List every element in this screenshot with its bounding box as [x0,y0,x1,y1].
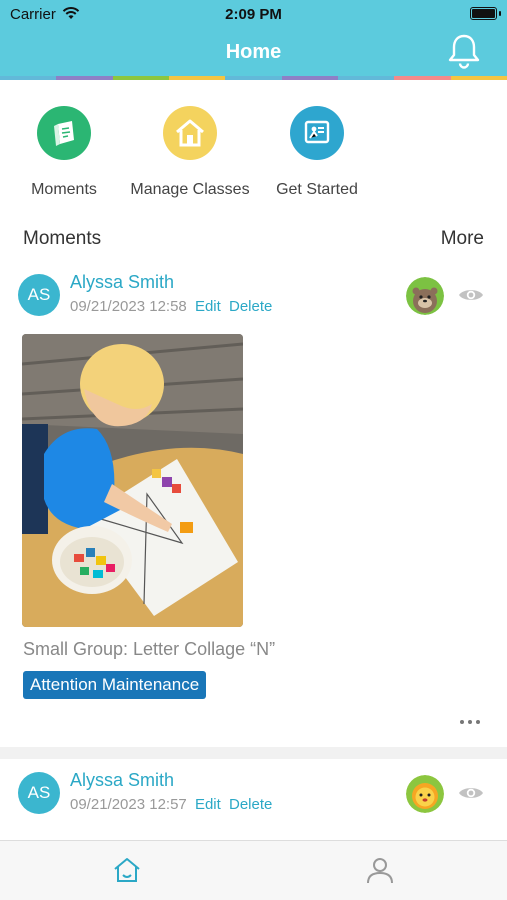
moment-photo[interactable] [22,334,243,627]
delete-link[interactable]: Delete [229,796,272,813]
author-avatar[interactable]: AS [18,772,60,814]
moments-section-title: Moments [23,228,102,249]
battery-icon [470,7,497,20]
more-dots-icon[interactable] [458,715,482,729]
house-icon [163,106,217,160]
post-meta: 09/21/2023 12:57 Edit Delete [70,796,272,813]
post-separator [0,747,507,759]
author-name[interactable]: Alyssa Smith [70,770,174,791]
header-color-strip [0,76,507,80]
edit-link[interactable]: Edit [195,796,221,813]
author-name[interactable]: Alyssa Smith [70,272,174,293]
edit-link[interactable]: Edit [195,298,221,315]
lion-avatar-icon[interactable] [406,775,444,813]
page-title: Home [225,41,282,63]
post-timestamp: 09/21/2023 12:57 [70,796,187,813]
post-header: AS Alyssa Smith 09/21/2023 12:58 Edit De… [18,272,490,324]
tab-bar [0,840,507,900]
app-header: Carrier 2:09 PM Home [0,0,507,76]
more-link[interactable]: More [441,228,484,250]
post-meta: 09/21/2023 12:58 Edit Delete [70,298,272,315]
post-header: AS Alyssa Smith 09/21/2023 12:57 Edit De… [18,770,490,822]
skill-tag[interactable]: Attention Maintenance [23,671,207,699]
home-icon[interactable] [112,855,142,885]
status-bar: Carrier 2:09 PM [0,0,507,28]
get-started-shortcut[interactable]: Get Started [242,106,392,199]
bell-icon[interactable] [447,33,481,71]
otter-avatar-icon[interactable] [406,277,444,315]
eye-icon[interactable] [458,287,484,303]
author-avatar[interactable]: AS [18,274,60,316]
moments-book-icon [37,106,91,160]
post-caption: Small Group: Letter Collage “N” [23,639,276,659]
get-started-shortcut-label: Get Started [276,181,358,198]
eye-icon[interactable] [458,785,484,801]
profile-icon[interactable] [365,855,395,885]
post-timestamp: 09/21/2023 12:58 [70,298,187,315]
status-time: 2:09 PM [225,6,282,23]
battery-tip [499,11,501,16]
delete-link[interactable]: Delete [229,298,272,315]
presentation-board-icon [290,106,344,160]
